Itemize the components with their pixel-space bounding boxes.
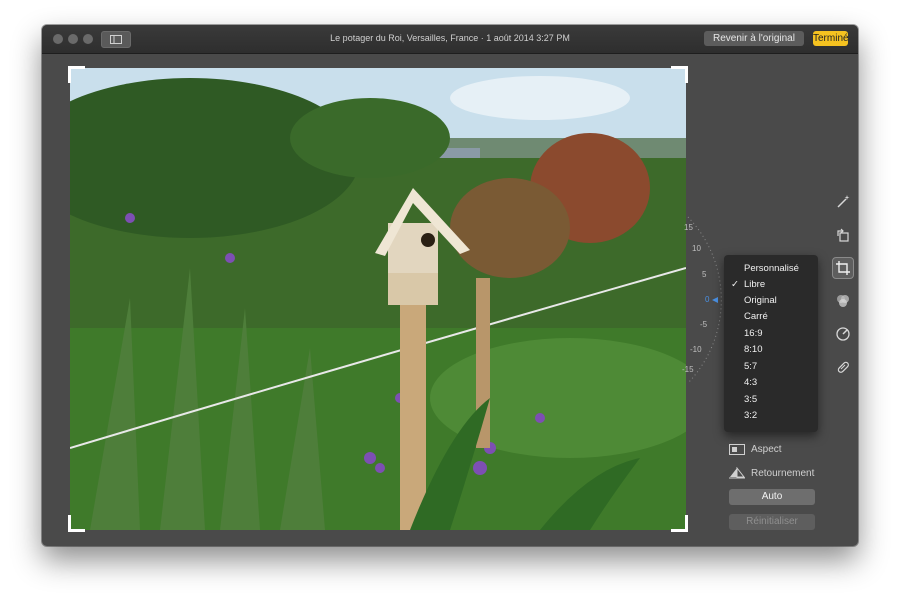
menu-item-8-10[interactable]: 8:10 [724,342,818,358]
dial-label: 10 [692,244,701,253]
magic-wand-icon [837,195,850,208]
aspect-label: Aspect [751,443,782,455]
photos-edit-window: Le potager du Roi, Versailles, France · … [42,25,858,546]
menu-item-label: Original [744,295,777,306]
menu-item-label: Carré [744,311,768,322]
menu-item-3-2[interactable]: 3:2 [724,408,818,424]
title-bar: Le potager du Roi, Versailles, France · … [42,25,858,54]
retouch-tool-button[interactable] [832,356,854,378]
menu-item-label: 5:7 [744,361,758,372]
auto-button[interactable]: Auto [729,489,815,505]
menu-item-3-5[interactable]: 3:5 [724,392,818,408]
dial-label: -15 [682,365,694,374]
menu-item-label: 3:5 [744,394,758,405]
aspect-option[interactable]: Aspect [729,441,782,457]
aspect-ratio-menu: Personnalisé ✓ Libre Original Carré 16:9 … [724,255,818,432]
dial-label-current: 0 [705,295,710,304]
photo-canvas[interactable] [70,68,686,530]
flip-option[interactable]: Retournement [729,465,814,481]
checkmark-icon: ✓ [731,279,739,290]
menu-item-5-7[interactable]: 5:7 [724,359,818,375]
dial-ticks [687,216,722,384]
flip-label: Retournement [751,467,815,479]
menu-item-libre[interactable]: ✓ Libre [724,277,818,293]
revert-to-original-button[interactable]: Revenir à l'original [704,31,804,46]
adjust-tool-button[interactable] [832,323,854,345]
dial-label: 5 [702,270,707,279]
dial-label: 15 [684,223,693,232]
dial-label: -5 [700,320,708,329]
menu-item-label: Personnalisé [744,263,799,274]
flip-icon [729,467,745,479]
menu-item-label: Libre [744,279,766,290]
reset-button[interactable]: Réinitialiser [729,514,815,530]
garden-photo [70,68,686,530]
menu-item-label: 16:9 [744,328,763,339]
menu-item-16-9[interactable]: 16:9 [724,326,818,342]
window-title: Le potager du Roi, Versailles, France · … [330,33,570,43]
filters-tool-button[interactable] [832,290,854,312]
menu-item-label: 3:2 [744,410,758,421]
retouch-icon [837,361,849,373]
menu-item-original[interactable]: Original [724,293,818,309]
minimize-window-button[interactable] [68,34,78,44]
aspect-icon [729,443,745,455]
rotate-icon [837,228,849,242]
dial-label: -10 [690,345,702,354]
menu-item-4-3[interactable]: 4:3 [724,375,818,391]
crop-tool-button[interactable] [832,257,854,279]
close-window-button[interactable] [53,34,63,44]
dial-pointer-icon [712,297,718,303]
menu-item-personnalise[interactable]: Personnalisé [724,261,818,277]
sidebar-icon [110,35,122,44]
menu-item-label: 8:10 [744,344,763,355]
done-button[interactable]: Terminé [813,31,848,46]
sidebar-toggle-button[interactable] [101,31,131,48]
rotate-tool-button[interactable] [832,224,854,246]
enhance-tool-button[interactable] [832,191,854,213]
zoom-window-button[interactable] [83,34,93,44]
straighten-dial[interactable]: 15 10 5 0 -5 -10 -15 [682,215,722,385]
crop-icon [836,261,850,275]
menu-item-carre[interactable]: Carré [724,309,818,325]
menu-item-label: 4:3 [744,377,758,388]
filters-icon [837,295,849,307]
adjust-icon [836,327,850,341]
